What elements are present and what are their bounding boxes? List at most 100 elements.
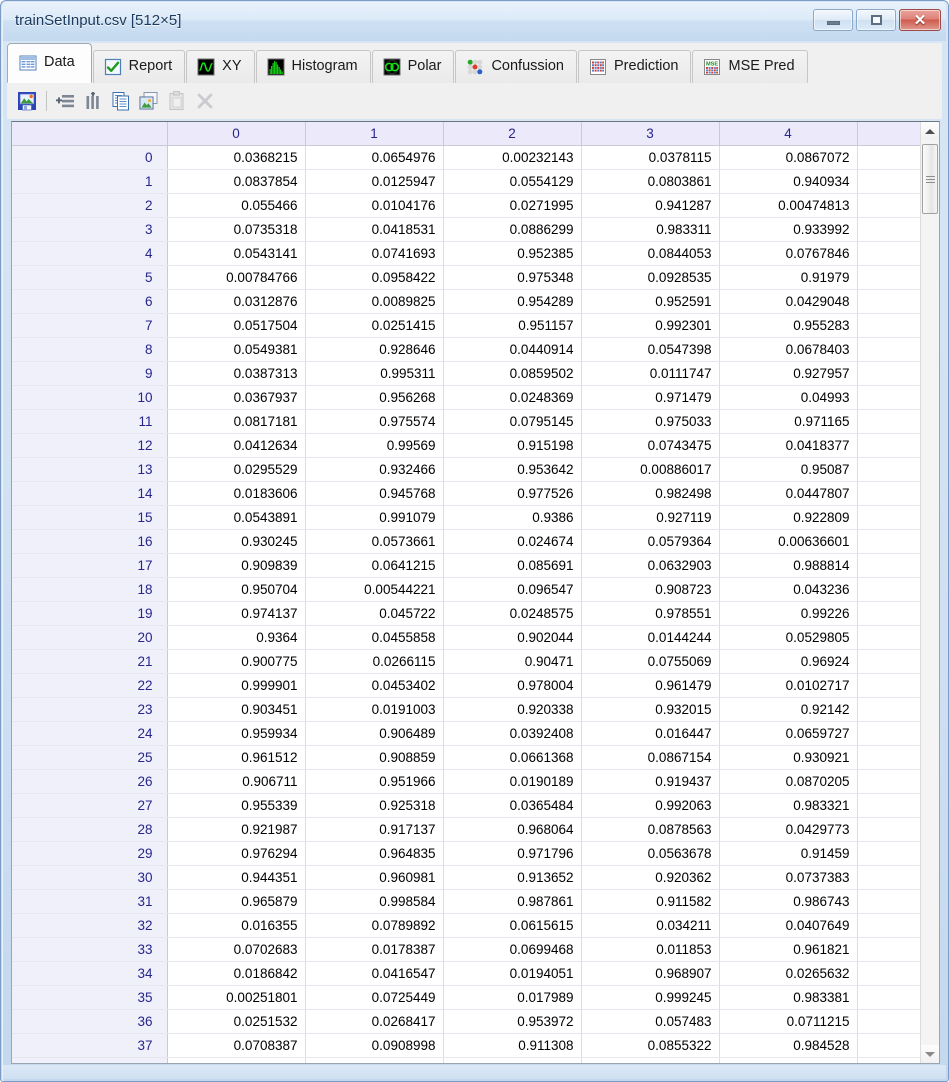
table-cell[interactable]: 0.911582 <box>581 889 720 914</box>
table-cell[interactable]: 0.928646 <box>305 337 444 362</box>
row-header[interactable]: 3 <box>12 217 168 242</box>
table-cell[interactable]: 0.096547 <box>443 577 582 602</box>
table-cell[interactable]: 0.0268417 <box>305 1009 444 1034</box>
table-cell[interactable]: 0.986743 <box>719 889 858 914</box>
table-cell[interactable]: 0.999901 <box>167 673 306 698</box>
table-cell[interactable]: 0.00251801 <box>167 985 306 1010</box>
row-header[interactable]: 26 <box>12 769 168 794</box>
table-cell[interactable]: 0.991079 <box>305 505 444 530</box>
table-cell[interactable]: 0.977526 <box>443 481 582 506</box>
table-cell[interactable]: 0.0870205 <box>719 769 858 794</box>
column-header-0[interactable]: 0 <box>167 122 306 146</box>
row-header[interactable]: 10 <box>12 385 168 410</box>
table-cell[interactable]: 0.0678403 <box>719 337 858 362</box>
table-cell[interactable]: 0.988814 <box>719 553 858 578</box>
table-cell[interactable]: 0.0529805 <box>719 625 858 650</box>
table-cell[interactable]: 0.0735318 <box>167 217 306 242</box>
row-header[interactable]: 14 <box>12 481 168 506</box>
table-cell[interactable]: 0.085691 <box>443 553 582 578</box>
minimize-button[interactable] <box>813 9 853 31</box>
table-cell[interactable]: 0.908723 <box>581 577 720 602</box>
row-header[interactable]: 19 <box>12 601 168 626</box>
row-header[interactable]: 22 <box>12 673 168 698</box>
table-row[interactable]: 17 0.909839 0.0641215 0.085691 0.0632903 0.98… <box>12 553 920 578</box>
table-cell[interactable]: 0.043236 <box>719 577 858 602</box>
table-cell[interactable]: 0.0125947 <box>305 169 444 194</box>
table-row[interactable]: 2 0.055466 0.0104176 0.0271995 0.941287 0.004… <box>12 193 920 218</box>
table-cell[interactable]: 0.0447807 <box>719 481 858 506</box>
table-cell[interactable]: 0.0186842 <box>167 961 306 986</box>
table-cell[interactable]: 0.930245 <box>167 529 306 554</box>
table-cell[interactable]: 0.975574 <box>305 409 444 434</box>
table-cell[interactable]: 0.978551 <box>581 601 720 626</box>
scroll-up-button[interactable] <box>921 122 939 140</box>
table-cell[interactable]: 0.983381 <box>719 985 858 1010</box>
table-row[interactable]: 31 0.965879 0.998584 0.987861 0.911582 0.9867… <box>12 889 920 914</box>
scrollbar-thumb[interactable] <box>922 144 938 214</box>
table-cell[interactable]: 0.906711 <box>167 769 306 794</box>
table-row[interactable]: 33 0.0702683 0.0178387 0.0699468 0.011853 0.9… <box>12 937 920 962</box>
tab-prediction[interactable]: Prediction <box>578 50 692 83</box>
row-header[interactable]: 20 <box>12 625 168 650</box>
table-cell[interactable]: 0.0547398 <box>581 337 720 362</box>
table-cell[interactable]: 0.992063 <box>581 793 720 818</box>
tab-xy[interactable]: XY <box>186 50 255 83</box>
row-header[interactable]: 5 <box>12 265 168 290</box>
column-header-4[interactable]: 4 <box>719 122 858 146</box>
row-header[interactable]: 33 <box>12 937 168 962</box>
row-header[interactable]: 38 <box>12 1057 168 1063</box>
table-cell[interactable]: 0.0958422 <box>305 265 444 290</box>
table-cell[interactable]: 0.911308 <box>443 1033 582 1058</box>
table-cell[interactable]: 0.92142 <box>719 697 858 722</box>
table-cell[interactable]: 0.99226 <box>719 601 858 626</box>
table-cell[interactable]: 0.0886299 <box>443 217 582 242</box>
table-cell[interactable]: 0.0295529 <box>167 457 306 482</box>
table-cell[interactable]: 0.0767846 <box>719 241 858 266</box>
table-cell[interactable]: 0.971479 <box>581 385 720 410</box>
row-header[interactable]: 17 <box>12 553 168 578</box>
table-cell[interactable]: 0.0178387 <box>305 937 444 962</box>
table-cell[interactable]: 0.933992 <box>719 217 858 242</box>
table-cell[interactable]: 0.983311 <box>581 217 720 242</box>
table-cell[interactable]: 0.0543141 <box>167 241 306 266</box>
table-cell[interactable]: 0.952591 <box>581 289 720 314</box>
table-cell[interactable]: 0.978004 <box>443 673 582 698</box>
table-row[interactable]: 14 0.0183606 0.945768 0.977526 0.982498 0.044… <box>12 481 920 506</box>
table-cell[interactable]: 0.925318 <box>305 793 444 818</box>
table-cell[interactable]: 0.0416547 <box>305 961 444 986</box>
table-row[interactable]: 21 0.900775 0.0266115 0.90471 0.0755069 0.969… <box>12 649 920 674</box>
row-header[interactable]: 9 <box>12 361 168 386</box>
table-row[interactable]: 11 0.0817181 0.975574 0.0795145 0.975033 0.97… <box>12 409 920 434</box>
table-cell[interactable]: 0.975033 <box>581 409 720 434</box>
table-cell[interactable]: 0.0418531 <box>305 217 444 242</box>
table-row[interactable]: 4 0.0543141 0.0741693 0.952385 0.0844053 0.07… <box>12 241 920 266</box>
table-cell[interactable]: 0.0573661 <box>305 529 444 554</box>
table-row[interactable]: 9 0.0387313 0.995311 0.0859502 0.0111747 0.92… <box>12 361 920 386</box>
table-cell[interactable]: 0.0702683 <box>167 937 306 962</box>
row-header[interactable]: 15 <box>12 505 168 530</box>
row-header[interactable]: 0 <box>12 145 168 170</box>
table-cell[interactable]: 0.0265632 <box>719 961 858 986</box>
table-row[interactable]: 35 0.00251801 0.0725449 0.017989 0.999245 0.9… <box>12 985 920 1010</box>
table-cell[interactable]: 0.900775 <box>167 649 306 674</box>
table-cell[interactable]: 0.91979 <box>719 265 858 290</box>
insert-columns-button[interactable] <box>81 89 105 113</box>
table-cell[interactable]: 0.932466 <box>305 457 444 482</box>
table-cell[interactable]: 0.04993 <box>719 385 858 410</box>
row-header[interactable]: 31 <box>12 889 168 914</box>
table-cell[interactable]: 0.0266115 <box>305 649 444 674</box>
table-row[interactable]: 32 0.016355 0.0789892 0.0615615 0.034211 0.04… <box>12 913 920 938</box>
table-cell[interactable]: 0.0741693 <box>305 241 444 266</box>
table-cell[interactable]: 0.921987 <box>167 817 306 842</box>
grid-corner-cell[interactable] <box>12 122 168 146</box>
table-cell[interactable]: 0.0271995 <box>443 193 582 218</box>
table-cell[interactable]: 0.0795145 <box>443 409 582 434</box>
table-cell[interactable]: 0.0615615 <box>443 913 582 938</box>
table-cell[interactable]: 0.00784766 <box>167 265 306 290</box>
table-row[interactable]: 27 0.955339 0.925318 0.0365484 0.992063 0.983… <box>12 793 920 818</box>
row-header[interactable]: 29 <box>12 841 168 866</box>
table-cell[interactable]: 0.057483 <box>581 1009 720 1034</box>
table-cell[interactable]: 0.960981 <box>305 865 444 890</box>
table-cell[interactable]: 0.0863171 <box>167 1057 306 1063</box>
table-cell[interactable]: 0.0867072 <box>719 145 858 170</box>
